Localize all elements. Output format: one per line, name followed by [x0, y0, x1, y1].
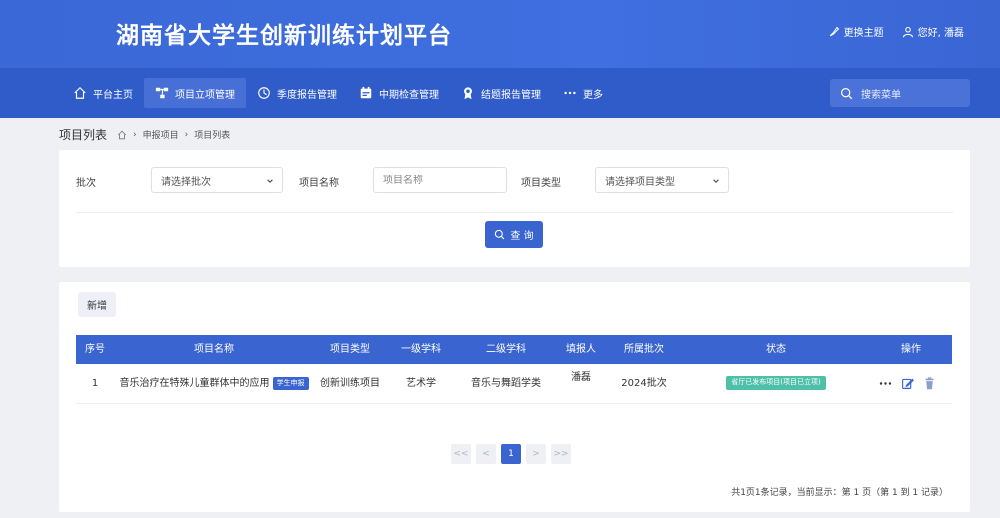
- row-reporter: 潘磊: [571, 372, 591, 383]
- query-button-label: 查 询: [510, 231, 534, 242]
- nav-item-more[interactable]: 更多: [552, 78, 614, 108]
- column-header: 状态: [766, 344, 786, 355]
- project-type-select-value: 请选择项目类型: [605, 176, 675, 188]
- nav-item-quarterly-report[interactable]: 季度报告管理: [246, 78, 348, 108]
- hierarchy-icon: [155, 87, 169, 99]
- column-header: 所属批次: [624, 344, 664, 355]
- project-type-select[interactable]: 请选择项目类型: [595, 167, 729, 193]
- breadcrumb-item[interactable]: 申报项目: [143, 128, 179, 141]
- project-name-input[interactable]: [383, 174, 506, 186]
- menu-search-input[interactable]: 搜索菜单: [830, 79, 970, 107]
- divider: [76, 212, 953, 213]
- prev-page-button[interactable]: <: [476, 444, 496, 464]
- nav-item-label: 中期检查管理: [379, 89, 439, 101]
- breadcrumb-item: 项目列表: [194, 131, 231, 141]
- project-type-label: 项目类型: [521, 178, 561, 189]
- batch-select-value: 请选择批次: [161, 176, 211, 188]
- row-discipline-2: 音乐与舞蹈学类: [471, 378, 541, 389]
- nav-item-home[interactable]: 平台主页: [62, 78, 144, 108]
- next-page-button[interactable]: >: [526, 444, 546, 464]
- top-header: 湖南省大学生创新训练计划平台 更换主题 您好, 潘磊: [0, 0, 1000, 68]
- row-status: 省厅已发布项目(项目已立项): [682, 364, 870, 404]
- row-batch: 2024批次: [621, 378, 667, 389]
- user-icon: [902, 26, 913, 37]
- pagination: << < 1 > >>: [451, 444, 571, 464]
- column-header: 一级学科: [401, 344, 441, 355]
- nav-item-label: 结题报告管理: [481, 89, 541, 101]
- site-title: 湖南省大学生创新训练计划平台: [116, 23, 452, 49]
- batch-label: 批次: [76, 178, 96, 189]
- column-header: 填报人: [566, 344, 596, 355]
- change-theme-label: 更换主题: [843, 28, 884, 39]
- search-panel: 批次 请选择批次 项目名称 项目类型 请选择项目类型 查 询: [59, 150, 970, 267]
- header-actions: 更换主题 您好, 潘磊: [828, 24, 964, 39]
- more-icon: [564, 91, 576, 95]
- edit-icon[interactable]: [901, 377, 914, 390]
- page-title: 项目列表: [59, 128, 108, 142]
- user-greeting: 您好, 潘磊: [917, 28, 964, 39]
- home-icon: [74, 86, 86, 99]
- pagination-info: 共1页1条记录，当前显示：第 1 页（第 1 到 1 记录）: [731, 488, 948, 498]
- row-project-type: 创新训练项目: [320, 378, 380, 389]
- add-button[interactable]: 新增: [78, 292, 116, 317]
- column-header: 二级学科: [486, 344, 526, 355]
- nav-item-label: 更多: [583, 89, 603, 101]
- nav-item-label: 平台主页: [93, 89, 133, 101]
- nav-item-project-approval[interactable]: 项目立项管理: [144, 78, 246, 108]
- column-header: 序号: [85, 344, 105, 355]
- query-button[interactable]: 查 询: [485, 221, 543, 248]
- column-header: 项目名称: [194, 344, 234, 355]
- change-theme-button[interactable]: 更换主题: [828, 24, 884, 39]
- brush-icon: [829, 26, 839, 36]
- search-icon: [495, 229, 505, 240]
- row-discipline-1: 艺术学: [406, 378, 436, 389]
- nav-item-label: 季度报告管理: [277, 89, 337, 101]
- home-icon[interactable]: [117, 130, 127, 140]
- table-row: 1 音乐治疗在特殊儿童群体中的应用 学生申报 创新训练项目 艺术学 音乐与舞蹈学类…: [76, 364, 952, 404]
- project-table-panel: 新增 序号 项目名称 项目类型 一级学科 二级学科 填报人 所属批次 状态 操作…: [59, 282, 970, 512]
- row-project-name: 音乐治疗在特殊儿童群体中的应用 学生申报: [114, 364, 314, 404]
- nav-item-label: 项目立项管理: [175, 89, 235, 101]
- row-index: 1: [91, 378, 99, 389]
- nav-item-final-report[interactable]: 结题报告管理: [450, 78, 552, 108]
- column-header: 项目类型: [330, 344, 370, 355]
- nav-item-midterm-check[interactable]: 中期检查管理: [348, 78, 450, 108]
- batch-select[interactable]: 请选择批次: [151, 167, 283, 193]
- clock-icon: [258, 87, 270, 99]
- first-page-button[interactable]: <<: [451, 444, 471, 464]
- page-number-button[interactable]: 1: [501, 444, 521, 464]
- user-menu[interactable]: 您好, 潘磊: [902, 24, 964, 39]
- main-nav: 平台主页 项目立项管理 季度报告管理 中期检查管理 结题报告管理 更多 搜索菜单: [0, 68, 1000, 118]
- search-icon: [841, 87, 853, 99]
- column-header: 操作: [901, 344, 921, 355]
- project-name-field[interactable]: [373, 167, 507, 193]
- student-apply-badge: 学生申报: [272, 376, 309, 390]
- table-header: 序号 项目名称 项目类型 一级学科 二级学科 填报人 所属批次 状态 操作: [76, 335, 952, 364]
- last-page-button[interactable]: >>: [551, 444, 571, 464]
- project-name-label: 项目名称: [299, 178, 339, 189]
- breadcrumb-separator: ›: [133, 129, 137, 140]
- project-name-text[interactable]: 音乐治疗在特殊儿童群体中的应用: [120, 378, 270, 389]
- more-actions-icon[interactable]: [879, 377, 892, 390]
- award-icon: [464, 87, 472, 100]
- menu-search-placeholder: 搜索菜单: [861, 89, 901, 101]
- breadcrumb: 项目列表 › 申报项目 › 项目列表: [59, 126, 230, 143]
- breadcrumb-separator: ›: [184, 129, 189, 140]
- chevron-down-icon: [713, 179, 719, 184]
- calendar-icon: [360, 86, 372, 99]
- chevron-down-icon: [267, 179, 273, 184]
- row-actions: [879, 377, 936, 390]
- delete-icon[interactable]: [923, 377, 936, 390]
- status-badge: 省厅已发布项目(项目已立项): [726, 376, 826, 390]
